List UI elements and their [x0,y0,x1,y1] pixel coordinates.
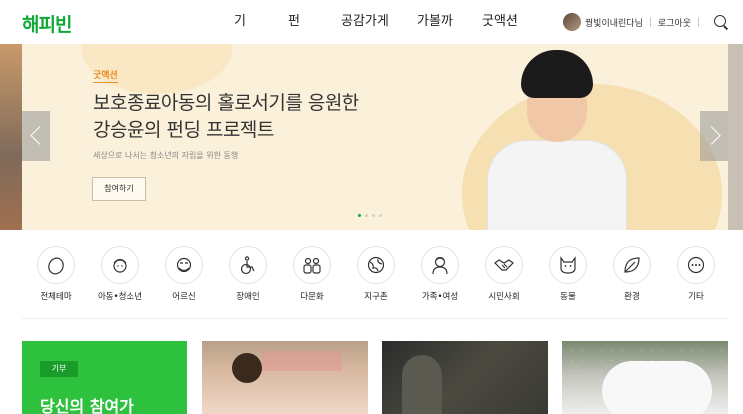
photo-fence [562,341,728,414]
hero-carousel: 굿액션 보호종료아동의 홀로서기를 응원한 강승윤의 펀딩 프로젝트 세상으로 … [0,44,743,230]
slide-title: 보호종료아동의 홀로서기를 응원한 강승윤의 펀딩 프로젝트 [93,90,359,144]
category-other[interactable]: 기타 [664,246,728,302]
category-civil-society[interactable]: 시민사회 [472,246,536,302]
category-label: 시민사회 [488,292,520,302]
category-environment[interactable]: 환경 [600,246,664,302]
person-shirt [487,140,627,230]
slide-tag: 굿액션 [93,68,118,83]
next-arrow-icon[interactable] [700,111,728,161]
photo-subject [232,353,262,383]
category-elderly[interactable]: 어르신 [152,246,216,302]
category-label: 전체테마 [40,292,72,302]
category-all[interactable]: 전체테마 [24,246,88,302]
carousel-dot[interactable] [365,214,368,217]
slide-title-line1: 보호종료아동의 홀로서기를 응원한 [93,92,359,114]
child-icon [101,246,139,284]
section-divider [22,318,728,319]
search-icon[interactable] [713,14,729,30]
category-children[interactable]: 아동•청소년 [88,246,152,302]
carousel-dots [358,214,386,217]
wheelchair-icon [229,246,267,284]
slide-title-line2: 강승윤의 펀딩 프로젝트 [93,119,274,141]
category-family-women[interactable]: 가족•여성 [408,246,472,302]
category-label: 장애인 [236,292,260,302]
woman-icon [421,246,459,284]
category-label: 어르신 [172,292,196,302]
next-slide-peek [728,44,743,230]
card-title: 당신의 참여가 [40,397,134,414]
project-card-photo[interactable] [382,341,548,414]
hero-slide[interactable]: 굿액션 보호종료아동의 홀로서기를 응원한 강승윤의 펀딩 프로젝트 세상으로 … [22,44,728,230]
nav-shall-we-go[interactable]: 가볼까 [417,0,453,44]
photo-background [262,351,342,371]
carousel-dot[interactable] [372,214,375,217]
carousel-dot[interactable] [358,214,361,217]
category-label: 환경 [624,292,640,302]
logout-link[interactable]: 로그아웃 [658,16,691,29]
family-icon [293,246,331,284]
featured-card[interactable]: 기부 당신의 참여가 [22,341,187,414]
category-disabled[interactable]: 장애인 [216,246,280,302]
category-label: 기타 [688,292,704,302]
slide-subtitle: 세상으로 나서는 청소년의 자립을 위한 동행 [93,151,239,160]
user-area: 꿩빛이내린다님 로그아웃 [562,12,729,32]
cat-icon [549,246,587,284]
category-label: 지구촌 [364,292,388,302]
top-header: 해피빈 기부 펀딩 공감가게 가볼까 굿액션 꿩빛이내린다님 로그아웃 [0,0,743,73]
category-label: 가족•여성 [421,292,459,302]
avatar[interactable] [562,13,581,31]
leaf-icon [613,246,651,284]
category-animals[interactable]: 동물 [536,246,600,302]
logo[interactable]: 해피빈 [22,10,72,37]
divider [649,17,651,27]
nav-empathy-store[interactable]: 공감가게 [341,0,389,44]
prev-arrow-icon[interactable] [22,111,50,161]
category-global[interactable]: 지구촌 [344,246,408,302]
globe-icon [357,246,395,284]
elder-icon [165,246,203,284]
category-multicultural[interactable]: 다문화 [280,246,344,302]
person-hair [521,50,593,98]
category-label: 다문화 [300,292,324,302]
handshake-icon [485,246,523,284]
photo-subject [402,355,442,414]
category-label: 아동•청소년 [97,292,143,302]
user-name[interactable]: 꿩빛이내린다님 [585,16,643,29]
category-list: 전체테마 아동•청소년 어르신 장애인 다문화 지구촌 가족•여성 시민사회 동… [22,246,728,316]
participate-button[interactable]: 참여하기 [92,177,146,201]
divider [698,17,699,27]
project-card-photo[interactable] [202,341,368,414]
project-card-photo[interactable] [562,341,728,414]
more-icon [677,246,715,284]
card-badge: 기부 [40,361,78,377]
nav-good-action[interactable]: 굿액션 [482,0,518,44]
carousel-dot[interactable] [379,214,382,217]
category-label: 동물 [560,292,576,302]
hero-photo [477,50,637,230]
leaf-egg-icon [37,246,75,284]
previous-slide-peek [0,44,22,230]
